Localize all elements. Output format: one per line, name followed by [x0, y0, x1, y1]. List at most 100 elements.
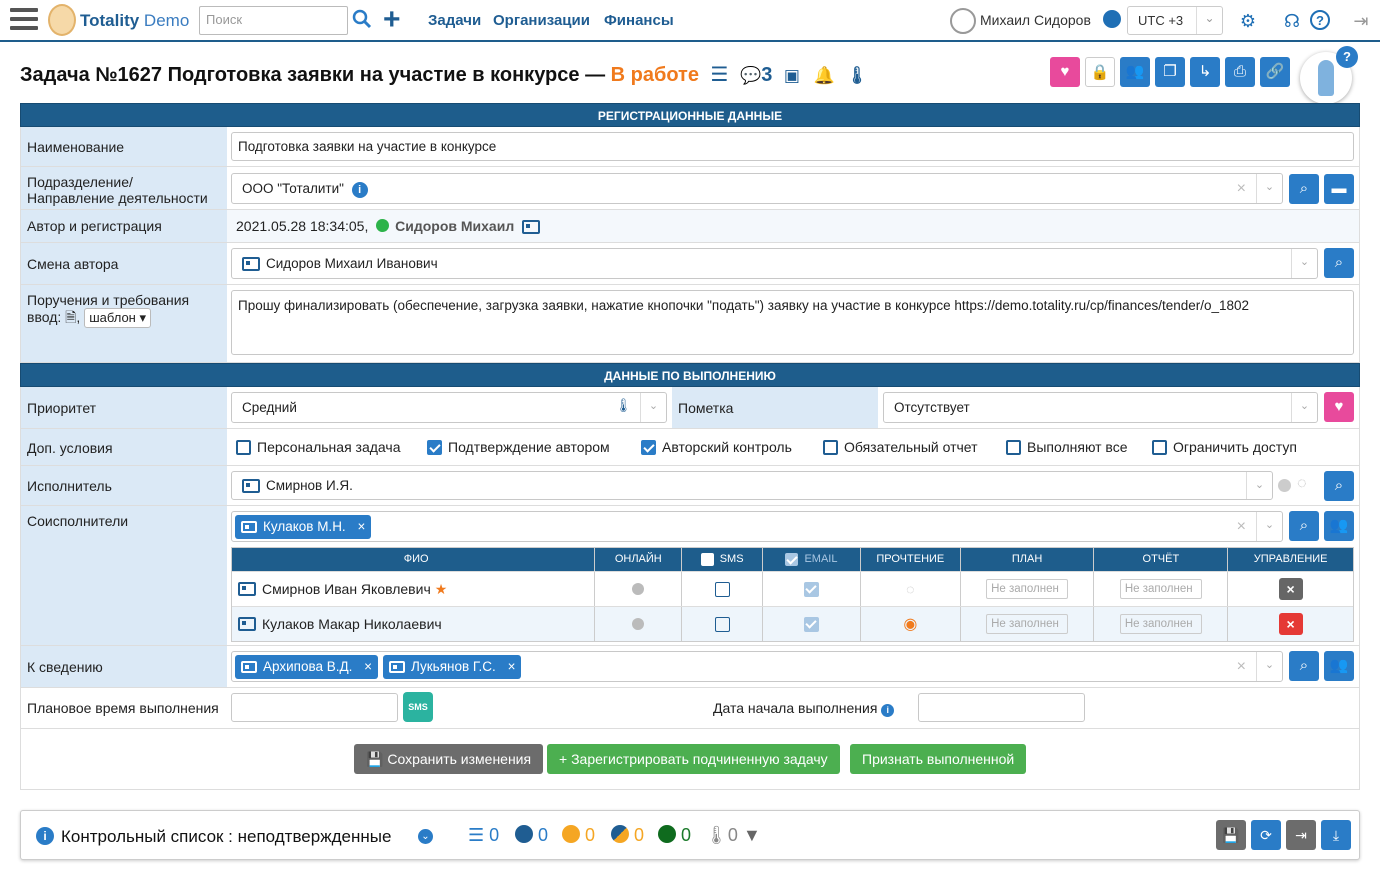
checklist-save-button[interactable]: 💾 — [1216, 820, 1246, 850]
add-icon[interactable]: + — [383, 5, 401, 35]
plan-input[interactable]: Не заполнен — [986, 614, 1069, 634]
search-input[interactable]: Поиск — [199, 6, 348, 35]
chevron-down-icon[interactable]: ⌄ — [1246, 472, 1272, 499]
link-button[interactable]: 🔗 — [1260, 57, 1290, 87]
clear-icon[interactable]: × — [1237, 518, 1246, 536]
chevron-down-icon[interactable]: ⌄ — [640, 393, 666, 422]
user-avatar-icon[interactable] — [950, 8, 976, 34]
forward-button[interactable]: ↳ — [1190, 57, 1220, 87]
assistant-help-icon[interactable]: ? — [1336, 46, 1358, 68]
email-checkbox[interactable] — [803, 581, 819, 597]
checklist-refresh-button[interactable]: ⟳ — [1251, 820, 1281, 850]
nav-finance[interactable]: Финансы — [604, 12, 674, 29]
assistant-avatar[interactable]: ? — [1300, 46, 1358, 104]
checklist-export-button[interactable]: ⇥ — [1286, 820, 1316, 850]
option-personal[interactable]: Персональная задача — [236, 439, 400, 456]
report-input[interactable]: Не заполнен — [1119, 614, 1202, 634]
name-input[interactable]: Подготовка заявки на участие в конкурсе — [231, 132, 1354, 161]
coexecutors-select[interactable]: × ⌄ — [231, 511, 1283, 542]
copy-button[interactable]: ❐ — [1155, 57, 1185, 87]
print-button[interactable]: ⎙ — [1225, 57, 1255, 87]
count-mixed[interactable]: 0 — [611, 825, 644, 846]
save-button[interactable]: 💾 Сохранить изменения — [354, 744, 544, 774]
plan-input[interactable]: Не заполнен — [986, 579, 1069, 599]
thermometer-icon[interactable]: 🌡 — [846, 66, 868, 85]
user-settings-icon[interactable]: ⚙ — [1237, 10, 1259, 32]
chevron-down-icon[interactable]: ⌄ — [418, 829, 433, 844]
logout-icon[interactable]: ⇥ — [1350, 10, 1372, 32]
info-search-button[interactable]: ⌕ — [1289, 651, 1319, 681]
department-folder-button[interactable]: ▬ — [1324, 174, 1354, 204]
change-author-search-button[interactable]: ⌕ — [1324, 248, 1354, 278]
sms-icon[interactable]: SMS — [403, 692, 433, 722]
report-input[interactable]: Не заполнен — [1119, 579, 1202, 599]
option-all-execute[interactable]: Выполняют все — [1006, 439, 1128, 456]
chevron-down-icon[interactable]: ⌄ — [1256, 174, 1282, 203]
register-subtask-button[interactable]: + Зарегистрировать подчиненную задачу — [547, 744, 840, 774]
info-tag[interactable]: Архипова В.Д. × — [235, 655, 379, 679]
bell-icon[interactable]: 🔔 — [814, 66, 835, 85]
count-green[interactable]: 0 — [658, 825, 691, 846]
count-blue[interactable]: 0 — [515, 825, 548, 846]
sms-checkbox[interactable] — [714, 581, 730, 597]
chevron-down-icon[interactable]: ⌄ — [1256, 512, 1282, 541]
executor-search-button[interactable]: ⌕ — [1324, 471, 1354, 501]
remove-button[interactable]: × — [1278, 578, 1303, 600]
option-author-confirm[interactable]: Подтверждение автором — [427, 439, 610, 456]
count-orange[interactable]: 0 — [562, 825, 595, 846]
globe-icon[interactable] — [1103, 10, 1121, 28]
coexecutors-group-button[interactable]: 👥 — [1324, 511, 1354, 541]
department-search-button[interactable]: ⌕ — [1289, 174, 1319, 204]
chevron-down-icon[interactable]: ⌄ — [1256, 652, 1282, 681]
clear-icon[interactable]: × — [1237, 180, 1246, 198]
mark-heart-button[interactable]: ♥ — [1324, 392, 1354, 422]
option-restrict-access[interactable]: Ограничить доступ — [1152, 439, 1297, 456]
email-checkbox[interactable] — [803, 616, 819, 632]
list-icon[interactable]: ☰ — [711, 64, 729, 86]
template-dropdown[interactable]: шаблон ▾ — [84, 308, 152, 328]
priority-select[interactable]: Средний 🌡 ⌄ — [231, 392, 667, 423]
info-group-button[interactable]: 👥 — [1324, 651, 1354, 681]
department-select[interactable]: ООО "Тоталити" i × ⌄ — [231, 173, 1283, 204]
option-author-control[interactable]: Авторский контроль — [641, 439, 792, 456]
gallery-icon[interactable]: ▣ — [784, 66, 800, 85]
eye-slash-icon[interactable]: ◌ — [1297, 475, 1307, 493]
plan-time-input[interactable] — [231, 693, 398, 722]
remove-button[interactable]: × — [1278, 613, 1303, 635]
coexecutor-tag[interactable]: Кулаков М.Н. × — [235, 515, 372, 539]
filter-icon[interactable]: ▼ — [743, 825, 761, 846]
mark-done-button[interactable]: Признать выполненной — [850, 744, 1027, 774]
info-tag[interactable]: Лукьянов Г.С. × — [383, 655, 522, 679]
nav-tasks[interactable]: Задачи — [428, 12, 481, 29]
checklist-import-button[interactable]: ⤓ — [1321, 820, 1351, 850]
help-icon[interactable]: ? — [1310, 10, 1330, 30]
orders-textarea[interactable]: Прошу финализировать (обеспечение, загру… — [231, 290, 1354, 355]
user-name[interactable]: Михаил Сидоров — [980, 12, 1091, 28]
support-icon[interactable]: ☊ — [1281, 10, 1303, 32]
change-author-select[interactable]: Сидоров Михаил Иванович ⌄ — [231, 248, 1318, 279]
contact-card-icon[interactable] — [522, 220, 541, 235]
coexecutors-search-button[interactable]: ⌕ — [1289, 511, 1319, 541]
app-logo[interactable]: Totality Demo — [80, 11, 189, 31]
count-thermometer[interactable]: 🌡0 — [705, 825, 738, 846]
start-date-input[interactable] — [918, 693, 1085, 722]
lock-button[interactable]: 🔒 — [1085, 57, 1115, 87]
count-all[interactable]: ☰ 0 — [468, 825, 499, 846]
chevron-down-icon[interactable]: ⌄ — [1291, 249, 1317, 278]
search-icon[interactable] — [352, 9, 372, 29]
executor-select[interactable]: Смирнов И.Я. ⌄ — [231, 471, 1273, 500]
timezone-select[interactable]: UTC +3 ⌄ — [1127, 6, 1223, 35]
menu-icon[interactable] — [10, 8, 38, 32]
document-icon[interactable]: 🗎, — [65, 309, 80, 325]
sms-checkbox[interactable] — [714, 616, 730, 632]
users-button[interactable]: 👥 — [1120, 57, 1150, 87]
chevron-down-icon[interactable]: ⌄ — [1291, 393, 1317, 422]
clear-icon[interactable]: × — [1237, 658, 1246, 676]
comments-icon[interactable]: 💬 — [740, 66, 761, 85]
favorite-button[interactable]: ♥ — [1050, 57, 1080, 87]
nav-organizations[interactable]: Организации — [493, 12, 590, 29]
mark-select[interactable]: Отсутствует ⌄ — [883, 392, 1318, 423]
info-icon[interactable]: i — [351, 182, 368, 198]
option-required-report[interactable]: Обязательный отчет — [823, 439, 978, 456]
checklist-title[interactable]: Контрольный список : неподтвержденные — [61, 827, 391, 847]
